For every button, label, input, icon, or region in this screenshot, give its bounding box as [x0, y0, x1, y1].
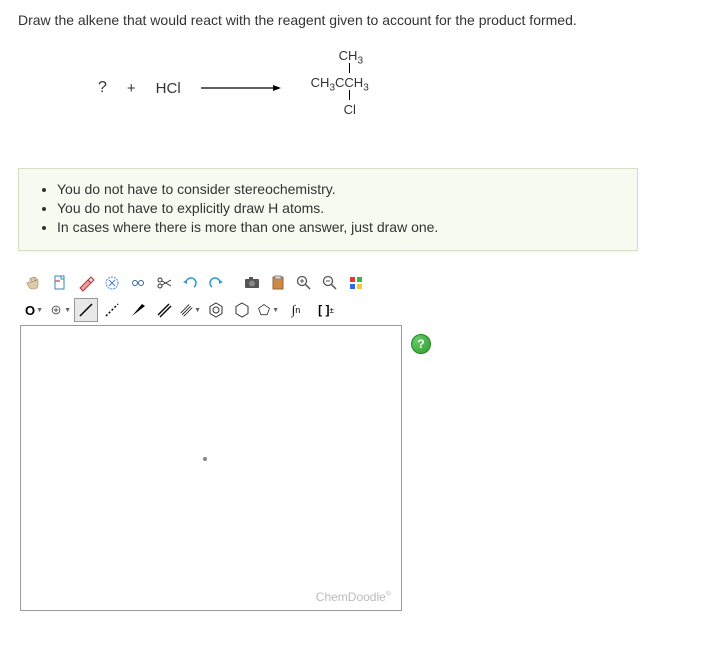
- wedge-bond-button[interactable]: [126, 298, 150, 322]
- clear-icon: [103, 274, 121, 292]
- chevron-down-icon: ▼: [64, 307, 71, 314]
- fn-label: n: [295, 305, 300, 315]
- brackets-button[interactable]: [ ]±: [312, 298, 340, 322]
- document-icon: [51, 274, 69, 292]
- redo-icon: [207, 274, 225, 292]
- cyclohexane-icon: [233, 301, 251, 319]
- scissors-icon: [155, 274, 173, 292]
- zoom-in-icon: [295, 274, 313, 292]
- dashed-bond-icon: [103, 301, 121, 319]
- single-bond-icon: [77, 301, 95, 319]
- product-structure: CH3 CH3CCH3 Cl: [301, 48, 391, 128]
- plus-sign: +: [127, 80, 136, 97]
- zoom-out-tool[interactable]: [318, 271, 342, 295]
- product-main-ch: CH: [311, 75, 330, 90]
- benzene-icon: [207, 301, 225, 319]
- camera-icon: [243, 274, 261, 292]
- drawing-canvas[interactable]: ? ChemDoodle®: [20, 325, 402, 611]
- instruction-item: You do not have to explicitly draw H ato…: [57, 200, 621, 216]
- hand-tool[interactable]: [22, 271, 46, 295]
- cyclopentane-icon: [257, 301, 271, 319]
- function-button[interactable]: ∫n: [282, 298, 310, 322]
- chemdoodle-sketcher: O ▼ ▼ ▼ ▼: [18, 271, 438, 611]
- cyclopentane-button[interactable]: ▼: [256, 298, 280, 322]
- doc-tool[interactable]: [48, 271, 72, 295]
- help-button[interactable]: ?: [411, 334, 431, 354]
- reaction-scheme: ? + HCl CH3 CH3CCH3 Cl: [98, 48, 699, 128]
- triple-bond-icon: [179, 301, 193, 319]
- wedge-bond-icon: [129, 301, 147, 319]
- cyclohexane-button[interactable]: [230, 298, 254, 322]
- charge-button[interactable]: ▼: [48, 298, 72, 322]
- chevron-down-icon: ▼: [194, 307, 201, 314]
- product-ch3-top: CH: [339, 48, 358, 63]
- cut-tool[interactable]: [152, 271, 176, 295]
- canvas-center-dot: [203, 457, 207, 461]
- element-button[interactable]: O ▼: [22, 298, 46, 322]
- double-bond-icon: [155, 301, 173, 319]
- product-ch3-top-sub: 3: [357, 56, 363, 67]
- question-prompt: Draw the alkene that would react with th…: [18, 12, 699, 28]
- chevron-down-icon: ▼: [36, 307, 43, 314]
- eraser-icon: [77, 274, 95, 292]
- lasso-tool[interactable]: [126, 271, 150, 295]
- palette-icon: [347, 274, 365, 292]
- camera-tool[interactable]: [240, 271, 264, 295]
- hand-icon: [25, 274, 43, 292]
- double-bond-button[interactable]: [152, 298, 176, 322]
- reagent-label: HCl: [156, 80, 181, 97]
- dashed-bond-button[interactable]: [100, 298, 124, 322]
- chemdoodle-branding: ChemDoodle®: [316, 590, 391, 604]
- element-o-label: O: [25, 303, 35, 318]
- toolbar-row-2: O ▼ ▼ ▼ ▼: [18, 298, 438, 322]
- benzene-button[interactable]: [204, 298, 228, 322]
- undo-icon: [181, 274, 199, 292]
- charge-icon: [49, 301, 63, 319]
- instructions-box: You do not have to consider stereochemis…: [18, 168, 638, 251]
- chevron-down-icon: ▼: [272, 307, 279, 314]
- clear-tool[interactable]: [100, 271, 124, 295]
- unknown-reactant: ?: [98, 79, 107, 97]
- product-cl: Cl: [344, 102, 356, 117]
- reaction-arrow-icon: [201, 83, 281, 93]
- single-bond-button[interactable]: [74, 298, 98, 322]
- instruction-item: In cases where there is more than one an…: [57, 219, 621, 235]
- zoom-in-tool[interactable]: [292, 271, 316, 295]
- triple-bond-button[interactable]: ▼: [178, 298, 202, 322]
- paste-tool[interactable]: [266, 271, 290, 295]
- clipboard-icon: [269, 274, 287, 292]
- undo-tool[interactable]: [178, 271, 202, 295]
- instruction-item: You do not have to consider stereochemis…: [57, 181, 621, 197]
- redo-tool[interactable]: [204, 271, 228, 295]
- plusminus-label: ±: [329, 306, 333, 315]
- brackets-label: [ ]: [318, 303, 329, 317]
- toolbar-row-1: [18, 271, 438, 295]
- zoom-out-icon: [321, 274, 339, 292]
- eraser-tool[interactable]: [74, 271, 98, 295]
- color-tool[interactable]: [344, 271, 368, 295]
- product-sub2: 3: [363, 83, 369, 94]
- product-main-c: CCH: [335, 75, 363, 90]
- lasso-icon: [129, 274, 147, 292]
